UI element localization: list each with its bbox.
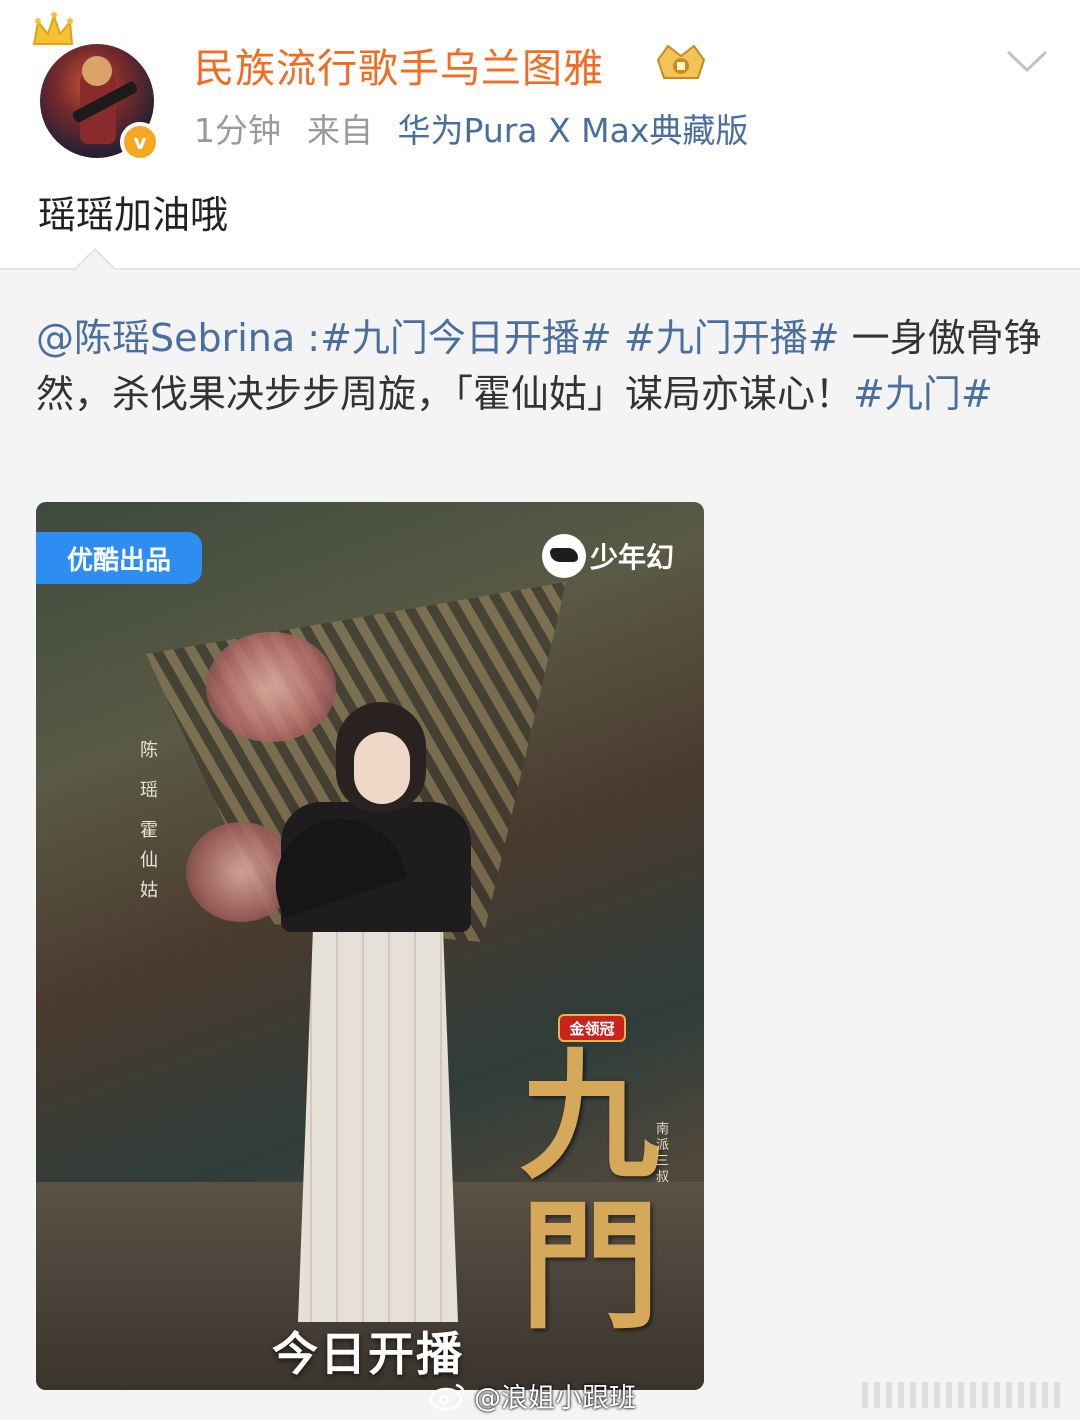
- verified-badge-icon: v: [120, 122, 160, 162]
- post-text: 瑶瑶加油哦: [38, 193, 229, 237]
- source-label: 来自: [307, 111, 373, 150]
- scroll-indicator: [862, 1382, 1062, 1408]
- cast-name-vertical: 陈 瑶 霍 仙 姑: [140, 740, 158, 901]
- weibo-logo-icon: [429, 1383, 466, 1410]
- avatar-group[interactable]: v: [28, 10, 160, 162]
- youku-tag: 优酷出品: [36, 532, 202, 584]
- post-header: v 民族流行歌手乌兰图雅 1分钟 来自 华为Pura X Max典藏版 瑶瑶加油哦: [0, 0, 1080, 268]
- repost-text: @陈瑶Sebrina :#九门今日开播# #九门开播# 一身傲骨铮然，杀伐果决步…: [36, 310, 1046, 422]
- hashtag-link[interactable]: #九门今日开播#: [320, 316, 612, 360]
- hashtag-link[interactable]: #九门#: [853, 372, 993, 416]
- author-credit: 南派三叔: [656, 1122, 670, 1185]
- vip-crown-icon[interactable]: [654, 40, 708, 84]
- air-text: 今日开播: [272, 1327, 464, 1381]
- crown-icon: [32, 12, 74, 45]
- mention-link[interactable]: @陈瑶Sebrina: [36, 316, 295, 360]
- repost-card[interactable]: @陈瑶Sebrina :#九门今日开播# #九门开播# 一身傲骨铮然，杀伐果决步…: [0, 247, 1080, 1420]
- post-time: 1分钟: [194, 111, 281, 150]
- source-device[interactable]: 华为Pura X Max典藏版: [398, 111, 749, 150]
- hashtag-link[interactable]: #九门开播#: [624, 316, 840, 360]
- mention-sep: :: [295, 316, 321, 360]
- watermark: @浪姐小跟班: [428, 1376, 636, 1415]
- brand-mark-icon: [542, 534, 586, 578]
- chevron-down-icon[interactable]: [1002, 42, 1052, 78]
- poster-image[interactable]: 优酷出品 少年幻 陈 瑶 霍 仙 姑 金领冠 九 門 南派三叔 今日开播: [36, 502, 704, 1390]
- username[interactable]: 民族流行歌手乌兰图雅: [194, 36, 604, 94]
- post-meta: 1分钟 来自 华为Pura X Max典藏版: [194, 104, 748, 152]
- brand-logo: 少年幻: [542, 534, 674, 578]
- show-title: 九 門: [520, 1035, 661, 1349]
